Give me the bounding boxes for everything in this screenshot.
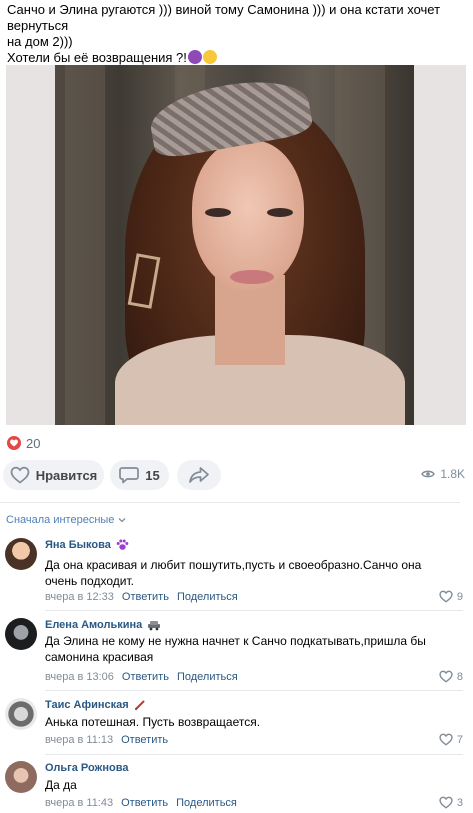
eye-icon xyxy=(421,470,436,478)
comment-author-name[interactable]: Ольга Рожнова xyxy=(45,762,128,774)
comment-like-button[interactable]: 8 xyxy=(439,670,463,683)
heart-outline-icon xyxy=(439,590,453,603)
pen-icon xyxy=(134,700,145,711)
views-counter: 1.8K xyxy=(421,467,465,481)
comment-divider xyxy=(45,754,463,755)
comment-text: Да да xyxy=(45,778,77,792)
comment-likes-count: 8 xyxy=(456,670,463,683)
avatar[interactable] xyxy=(5,698,37,730)
post-photo-frame[interactable] xyxy=(6,65,466,425)
heart-icon xyxy=(7,436,21,450)
comment-meta: вчера в 11:43 Ответить Поделиться xyxy=(45,797,237,809)
comment-time[interactable]: вчера в 13:06 xyxy=(45,671,114,683)
share-link[interactable]: Поделиться xyxy=(177,591,238,603)
yellow-face-emoji-icon xyxy=(202,50,217,64)
views-count: 1.8K xyxy=(440,467,465,481)
comment-like-button[interactable]: 9 xyxy=(439,590,463,603)
comment-meta: вчера в 12:33 Ответить Поделиться xyxy=(45,591,238,603)
avatar[interactable] xyxy=(5,761,37,793)
likes-count: 20 xyxy=(26,435,41,451)
purple-face-emoji-icon xyxy=(187,50,202,64)
comment-time[interactable]: вчера в 11:13 xyxy=(45,734,113,746)
comment-time[interactable]: вчера в 11:43 xyxy=(45,797,113,809)
comment-likes-count: 9 xyxy=(456,590,463,603)
share-link[interactable]: Поделиться xyxy=(177,671,238,683)
comments-sort-dropdown[interactable]: Сначала интересные xyxy=(6,514,126,526)
comment-text: Да Элина не кому не нужна начнет к Санчо… xyxy=(45,634,426,664)
share-button[interactable] xyxy=(177,460,221,490)
comment-likes-count: 3 xyxy=(456,796,463,809)
comment-meta: вчера в 13:06 Ответить Поделиться xyxy=(45,671,238,683)
post-text-question: Хотели бы её возвращения ?! xyxy=(7,50,187,65)
reply-link[interactable]: Ответить xyxy=(121,734,168,746)
heart-outline-icon xyxy=(439,733,453,746)
reply-link[interactable]: Ответить xyxy=(122,671,169,683)
comment-like-button[interactable]: 7 xyxy=(439,733,463,746)
comment-author-name[interactable]: Елена Амолькина xyxy=(45,619,161,631)
post-photo[interactable] xyxy=(55,65,414,425)
avatar[interactable] xyxy=(5,618,37,650)
comment-meta: вчера в 11:13 Ответить xyxy=(45,734,168,746)
like-button[interactable]: Нравится xyxy=(3,460,104,490)
post-text-line-3: Хотели бы её возвращения ?! xyxy=(7,50,469,66)
comments-count: 15 xyxy=(145,467,160,483)
comment-author-name[interactable]: Яна Быкова xyxy=(45,539,129,551)
comment-likes-count: 7 xyxy=(456,733,463,746)
avatar[interactable] xyxy=(5,538,37,570)
comment-text: Анька потешная. Пусть возвращается. xyxy=(45,715,261,729)
heart-outline-icon xyxy=(10,466,30,484)
share-link[interactable]: Поделиться xyxy=(176,797,237,809)
reply-link[interactable]: Ответить xyxy=(122,591,169,603)
post-text: Санчо и Элина ругаются ))) виной тому Са… xyxy=(7,2,469,66)
heart-outline-icon xyxy=(439,796,453,809)
comment-icon xyxy=(119,467,140,484)
reactions-summary[interactable]: 20 xyxy=(7,434,40,452)
like-button-label: Нравится xyxy=(35,467,98,483)
comment-author-label: Елена Амолькина xyxy=(45,619,143,631)
reply-link[interactable]: Ответить xyxy=(121,797,168,809)
share-icon xyxy=(189,467,209,483)
comment-button[interactable]: 15 xyxy=(110,460,169,490)
car-icon xyxy=(148,621,161,631)
paw-icon xyxy=(116,539,129,550)
comment-author-label: Таис Афинская xyxy=(45,699,129,711)
comment-like-button[interactable]: 3 xyxy=(439,796,463,809)
comment-divider xyxy=(45,690,463,691)
post-text-line-2: на дом 2))) xyxy=(7,34,73,49)
post-divider xyxy=(0,502,460,503)
comment-author-label: Ольга Рожнова xyxy=(45,762,129,774)
comment-text: Да она красивая и любит пошутить,пусть и… xyxy=(45,558,422,588)
post-text-line-1: Санчо и Элина ругаются ))) виной тому Са… xyxy=(7,2,441,33)
comment-author-label: Яна Быкова xyxy=(45,539,111,551)
comments-sort-label: Сначала интересные xyxy=(6,514,115,526)
comment-author-name[interactable]: Таис Афинская xyxy=(45,699,146,711)
comment-divider xyxy=(45,610,463,611)
chevron-down-icon xyxy=(118,518,126,523)
comment-time[interactable]: вчера в 12:33 xyxy=(45,591,114,603)
heart-outline-icon xyxy=(439,670,453,683)
